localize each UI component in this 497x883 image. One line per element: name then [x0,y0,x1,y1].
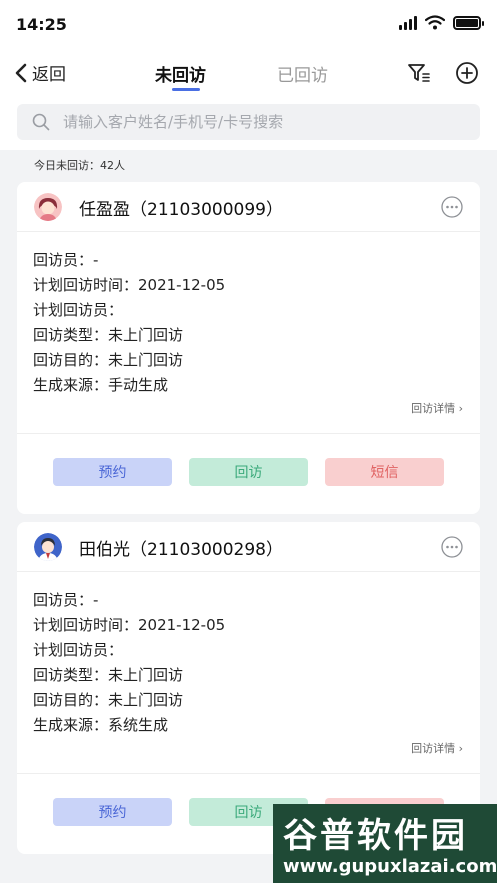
filter-icon[interactable] [406,60,432,86]
tab-pending[interactable]: 未回访 [155,61,206,86]
visit-card: 任盈盈（21103000099） 回访员：- 计划回访时间：2021-12-05… [17,182,480,514]
visit-purpose-row: 回访目的：未上门回访 [33,691,184,709]
search-box[interactable] [17,104,480,140]
planned-visitor-row: 计划回访员： [33,641,124,659]
today-pending-count: 今日未回访：42人 [34,159,125,172]
back-button[interactable]: 返回 [14,60,66,85]
signal-icon [399,15,417,30]
back-label: 返回 [32,65,66,85]
female-avatar [34,193,62,221]
customer-name: 任盈盈（21103000099） [79,200,283,220]
visit-button[interactable]: 回访 [189,458,308,486]
visit-details: 回访员：- 计划回访时间：2021-12-05 计划回访员： 回访类型：未上门回… [17,572,480,774]
visit-purpose-row: 回访目的：未上门回访 [33,351,184,369]
visit-details: 回访员：- 计划回访时间：2021-12-05 计划回访员： 回访类型：未上门回… [17,232,480,434]
card-header: 田伯光（21103000298） [17,522,480,572]
status-bar: 14:25 [0,0,497,48]
planned-time-row: 计划回访时间：2021-12-05 [33,276,226,294]
visit-type-row: 回访类型：未上门回访 [33,326,184,344]
tab-visited[interactable]: 已回访 [277,61,328,86]
source-row: 生成来源：系统生成 [33,716,169,734]
customer-name: 田伯光（21103000298） [79,540,283,560]
book-button[interactable]: 预约 [53,798,172,826]
status-time: 14:25 [16,15,67,34]
active-tab-indicator [172,88,200,91]
visitor-row: 回访员：- [33,251,99,269]
visit-detail-link[interactable]: 回访详情 › [411,740,463,756]
watermark-title: 谷普软件园 [283,816,468,856]
card-actions: 预约 回访 短信 [17,434,480,514]
visitor-row: 回访员：- [33,591,99,609]
chevron-left-icon [15,63,27,82]
watermark-url: www.gupuxlazai.com [283,856,497,877]
visit-detail-link[interactable]: 回访详情 › [411,400,463,416]
search-input[interactable] [63,113,443,131]
status-icons [399,15,484,30]
sms-button[interactable]: 短信 [325,458,444,486]
planned-time-row: 计划回访时间：2021-12-05 [33,616,226,634]
planned-visitor-row: 计划回访员： [33,301,124,319]
search-bar [0,98,497,150]
battery-icon [453,15,484,30]
male-avatar [34,533,62,561]
more-options-icon[interactable] [441,196,463,218]
visit-type-row: 回访类型：未上门回访 [33,666,184,684]
source-row: 生成来源：手动生成 [33,376,169,394]
watermark: 谷普软件园 www.gupuxlazai.com [273,804,497,883]
wifi-icon [425,15,445,30]
book-button[interactable]: 预约 [53,458,172,486]
more-options-icon[interactable] [441,536,463,558]
add-circle-icon[interactable] [454,60,480,86]
search-icon [32,113,50,131]
nav-bar: 返回 未回访 已回访 [0,48,497,98]
card-header: 任盈盈（21103000099） [17,182,480,232]
